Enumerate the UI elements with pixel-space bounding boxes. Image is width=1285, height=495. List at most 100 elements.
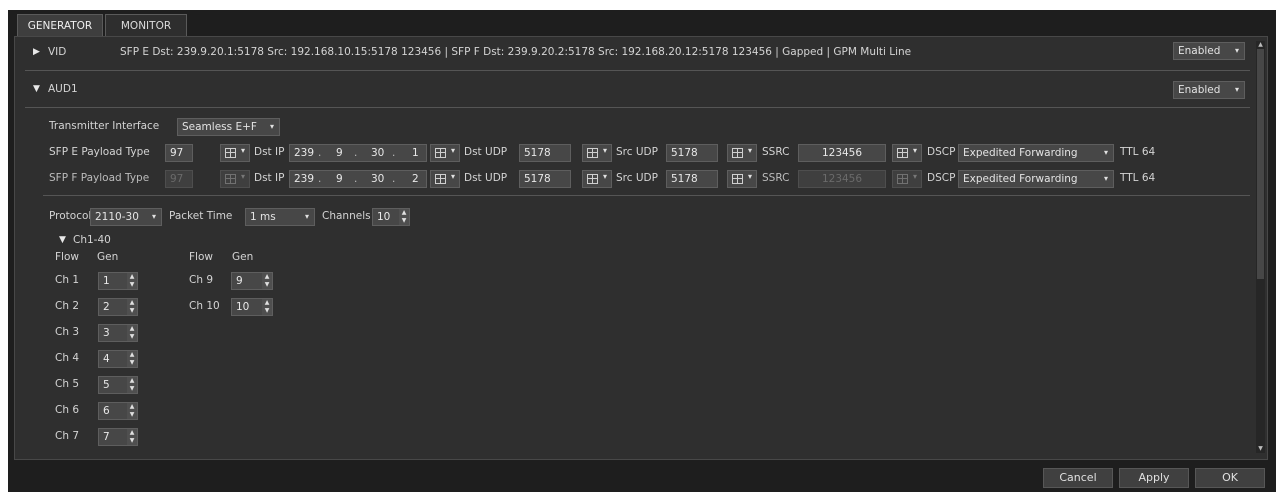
- sfp-e-dst-ip-field[interactable]: 239 . 9 . 30 . 1: [289, 144, 427, 162]
- packet-time-select[interactable]: 1 ms ▾: [245, 208, 315, 226]
- tab-monitor[interactable]: MONITOR: [105, 14, 187, 36]
- spin-arrows-icon[interactable]: ▲ ▼: [127, 377, 137, 393]
- channel-group-label[interactable]: Ch1-40: [73, 234, 111, 246]
- channel-gen-stepper[interactable]: 4 ▲ ▼: [98, 350, 138, 368]
- channel-gen-value: 1: [103, 275, 110, 287]
- ok-button[interactable]: OK: [1195, 468, 1265, 488]
- channel-flow-label: Ch 7: [55, 430, 80, 442]
- channel-gen-stepper[interactable]: 1 ▲ ▼: [98, 272, 138, 290]
- channel-flow-label: Ch 3: [55, 326, 80, 338]
- protocol-select[interactable]: 2110-30 ▾: [90, 208, 162, 226]
- spin-arrows-icon[interactable]: ▲ ▼: [127, 351, 137, 367]
- sfp-f-ip-grid-button[interactable]: ▾: [430, 170, 460, 188]
- flow-header: Flow: [189, 251, 213, 263]
- sfp-e-dst-udp-field[interactable]: 5178: [519, 144, 571, 162]
- sfp-e-dscp-select[interactable]: Expedited Forwarding ▾: [958, 144, 1114, 162]
- collapse-icon[interactable]: ▼: [33, 84, 40, 94]
- channel-gen-stepper[interactable]: 10 ▲ ▼: [231, 298, 273, 316]
- sfp-f-dst-udp-grid-button[interactable]: ▾: [582, 170, 612, 188]
- sfp-f-src-udp-field[interactable]: 5178: [666, 170, 718, 188]
- grid-icon: [225, 174, 236, 184]
- sfp-f-dst-ip-field[interactable]: 239 . 9 . 30 . 2: [289, 170, 427, 188]
- vid-summary: SFP E Dst: 239.9.20.1:5178 Src: 192.168.…: [120, 46, 912, 58]
- apply-button[interactable]: Apply: [1119, 468, 1189, 488]
- spin-arrows-icon[interactable]: ▲ ▼: [127, 299, 137, 315]
- channel-gen-value: 7: [103, 431, 110, 443]
- vid-state-select[interactable]: Enabled ▾: [1173, 42, 1245, 60]
- sfp-e-dst-udp-grid-button[interactable]: ▾: [582, 144, 612, 162]
- channel-gen-stepper[interactable]: 5 ▲ ▼: [98, 376, 138, 394]
- scroll-up-icon[interactable]: ▲: [1256, 41, 1265, 49]
- spin-arrows-icon[interactable]: ▲ ▼: [262, 273, 272, 289]
- channels-label: Channels: [322, 210, 371, 222]
- ip-octet: 9: [336, 147, 343, 159]
- tab-generator[interactable]: GENERATOR: [17, 14, 103, 36]
- gen-header: Gen: [97, 251, 119, 263]
- sfp-f-src-udp-grid-button[interactable]: ▾: [727, 170, 757, 188]
- divider: [25, 70, 1250, 71]
- sfp-f-dscp-select[interactable]: Expedited Forwarding ▾: [958, 170, 1114, 188]
- channel-gen-value: 4: [103, 353, 110, 365]
- spin-arrows-icon[interactable]: ▲ ▼: [262, 299, 272, 315]
- spin-arrows-icon[interactable]: ▲ ▼: [127, 325, 137, 341]
- collapse-icon[interactable]: ▼: [59, 235, 66, 245]
- chevron-down-icon: ▾: [1103, 148, 1108, 157]
- sfp-f-dscp-value: Expedited Forwarding: [963, 173, 1078, 185]
- expand-icon[interactable]: ▶: [33, 47, 40, 57]
- sfp-f-dst-udp-label: Dst UDP: [464, 172, 508, 184]
- packet-time-label: Packet Time: [169, 210, 233, 222]
- sfp-f-dst-ip-label: Dst IP: [254, 172, 285, 184]
- chevron-down-icon: ▾: [240, 172, 245, 181]
- sfp-e-src-udp-field[interactable]: 5178: [666, 144, 718, 162]
- sfp-f-dst-udp-field[interactable]: 5178: [519, 170, 571, 188]
- vertical-scrollbar[interactable]: ▲ ▼: [1256, 41, 1265, 453]
- grid-icon: [897, 174, 908, 184]
- grid-icon: [587, 174, 598, 184]
- sfp-e-ip-grid-button[interactable]: ▾: [430, 144, 460, 162]
- sfp-f-ssrc-grid-button: ▾: [892, 170, 922, 188]
- sfp-f-payload-label: SFP F Payload Type: [49, 172, 150, 184]
- ip-octet: 2: [412, 173, 419, 185]
- chevron-down-icon: ▾: [450, 172, 455, 181]
- aud1-label[interactable]: AUD1: [48, 83, 78, 95]
- channel-gen-value: 2: [103, 301, 110, 313]
- sfp-e-ssrc-grid-button[interactable]: ▾: [892, 144, 922, 162]
- channel-flow-label: Ch 1: [55, 274, 80, 286]
- channel-gen-stepper[interactable]: 3 ▲ ▼: [98, 324, 138, 342]
- channel-flow-label: Ch 2: [55, 300, 80, 312]
- gen-header: Gen: [232, 251, 254, 263]
- sfp-e-src-udp-grid-button[interactable]: ▾: [727, 144, 757, 162]
- vid-label[interactable]: VID: [48, 46, 66, 58]
- sfp-e-ssrc-field[interactable]: 123456: [798, 144, 886, 162]
- sfp-e-dst-ip-label: Dst IP: [254, 146, 285, 158]
- channel-flow-label: Ch 10: [189, 300, 220, 312]
- channel-gen-stepper[interactable]: 9 ▲ ▼: [231, 272, 273, 290]
- sfp-e-payload-grid-button[interactable]: ▾: [220, 144, 250, 162]
- aud1-state-select[interactable]: Enabled ▾: [1173, 81, 1245, 99]
- channels-stepper[interactable]: 10 ▲ ▼: [372, 208, 410, 226]
- divider: [43, 195, 1250, 196]
- cancel-button[interactable]: Cancel: [1043, 468, 1113, 488]
- grid-icon: [225, 148, 236, 158]
- chevron-down-icon: ▾: [1234, 46, 1239, 55]
- sfp-e-src-udp-label: Src UDP: [616, 146, 658, 158]
- spin-arrows-icon[interactable]: ▲ ▼: [127, 429, 137, 445]
- chevron-down-icon: ▾: [747, 146, 752, 155]
- sfp-e-payload-field[interactable]: 97: [165, 144, 193, 162]
- chevron-down-icon: ▾: [747, 172, 752, 181]
- sfp-f-ssrc-label: SSRC: [762, 172, 790, 184]
- spin-arrows-icon[interactable]: ▲ ▼: [127, 273, 137, 289]
- spin-arrows-icon[interactable]: ▲ ▼: [399, 209, 409, 225]
- chevron-down-icon: ▾: [602, 146, 607, 155]
- channel-gen-stepper[interactable]: 2 ▲ ▼: [98, 298, 138, 316]
- channel-gen-stepper[interactable]: 6 ▲ ▼: [98, 402, 138, 420]
- scroll-down-icon[interactable]: ▼: [1256, 445, 1265, 453]
- transmitter-interface-select[interactable]: Seamless E+F ▾: [177, 118, 280, 136]
- channel-gen-value: 9: [236, 275, 243, 287]
- ip-dot: .: [392, 173, 396, 185]
- scrollbar-thumb[interactable]: [1257, 49, 1264, 279]
- spin-arrows-icon[interactable]: ▲ ▼: [127, 403, 137, 419]
- channel-gen-stepper[interactable]: 7 ▲ ▼: [98, 428, 138, 446]
- ip-octet: 30: [371, 173, 385, 185]
- ip-octet: 239: [294, 173, 315, 185]
